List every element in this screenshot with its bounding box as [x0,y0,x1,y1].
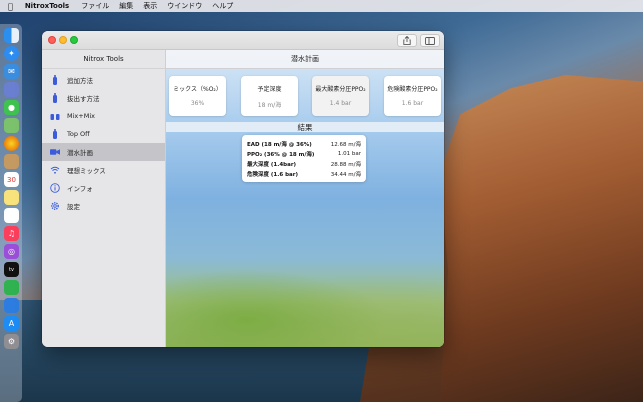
calendar-icon[interactable]: 30 [4,172,19,187]
sidebar-item-ideal-mix[interactable]: 理想ミックス [42,161,165,179]
tv-icon[interactable]: tv [4,262,19,277]
card-label: ミックス（%O₂） [173,86,222,93]
card-value: 1.4 bar [329,100,352,107]
menu-edit[interactable]: 編集 [119,1,133,11]
keynote-icon[interactable] [4,298,19,313]
result-value: 28.88 m/海 [330,162,361,168]
close-button[interactable] [48,36,56,44]
card-value: 18 m/海 [257,102,282,109]
podcasts-icon[interactable]: ◎ [4,244,19,259]
result-row: PPO₂ (36% @ 18 m/海) 1.01 bar [247,149,361,159]
sidebar-item-add-method[interactable]: 追加方法 [42,71,165,89]
input-cards: ミックス（%O₂） 36% 予定深度 18 m/海 最大酸素分圧PPO₂ 1.4… [169,76,441,116]
result-label: EAD (18 m/海 @ 36%) [247,142,312,148]
reminders-icon[interactable] [4,208,19,223]
sidebar-item-label: 理想ミックス [67,167,106,175]
gear-icon [50,201,60,211]
sidebar-item-label: 追加方法 [67,77,93,85]
camera-icon [50,147,60,157]
title-bar[interactable] [42,31,444,50]
sidebar-item-bleed-method[interactable]: 抜出す方法 [42,89,165,107]
card-label: 予定深度 [257,86,282,93]
card-value: 1.6 bar [401,100,424,107]
results-header: 結果 [166,122,444,132]
menu-view[interactable]: 表示 [143,1,157,11]
mix-o2-card[interactable]: ミックス（%O₂） 36% [169,76,226,116]
sidebar-item-label: 設定 [67,203,80,211]
sidebar-list: 追加方法 抜出す方法 Mix+Mix Top Off 潜水計画 理想ミックス イ… [42,69,165,215]
result-row: 最大深度 (1.4bar) 28.88 m/海 [247,159,361,169]
settings-icon[interactable]: ⚙ [4,334,19,349]
numbers-icon[interactable] [4,280,19,295]
main-content: 潜水計画 ミックス（%O₂） 36% 予定深度 18 m/海 最大酸素分圧PPO… [166,50,444,347]
sidebar-item-label: 潜水計画 [67,149,93,157]
sidebar-icon [425,36,435,45]
menu-help[interactable]: ヘルプ [212,1,233,11]
sidebar-item-label: インフォ [67,185,93,193]
sidebar-item-info[interactable]: インフォ [42,179,165,197]
card-label: 最大酸素分圧PPO₂ [315,86,366,93]
music-icon[interactable]: ♫ [4,226,19,241]
page-title: 潜水計画 [166,50,444,69]
result-value: 34.44 m/海 [330,172,361,178]
photos-icon[interactable] [4,136,19,151]
result-label: 最大深度 (1.4bar) [247,162,297,168]
card-label: 危険酸素分圧PPO₂ [387,86,438,93]
mail-icon[interactable]: ✉ [4,64,19,79]
app-window: Nitrox Tools 追加方法 抜出す方法 Mix+Mix Top Off … [42,31,444,347]
mix-icon [50,111,60,121]
result-label: PPO₂ (36% @ 18 m/海) [247,152,315,158]
messages-icon[interactable]: ● [4,100,19,115]
safari-icon[interactable]: ✦ [4,46,19,61]
result-label: 危険深度 (1.6 bar) [247,172,298,178]
sidebar-item-label: 抜出す方法 [67,95,100,103]
tank-icon [50,129,60,139]
share-button[interactable] [397,34,417,47]
app-store-icon[interactable]: A [4,316,19,331]
notes-icon[interactable] [4,190,19,205]
critical-ppo2-card[interactable]: 危険酸素分圧PPO₂ 1.6 bar [384,76,441,116]
wifi-icon [50,165,60,175]
menu-file[interactable]: ファイル [81,1,109,11]
finder-icon[interactable] [4,28,19,43]
planned-depth-card[interactable]: 予定深度 18 m/海 [241,76,298,116]
launchpad-icon[interactable] [4,82,19,97]
menu-bar:  NitroxTools ファイル 編集 表示 ウインドウ ヘルプ [0,0,643,12]
result-value: 1.01 bar [337,151,361,157]
apple-menu-icon[interactable]:  [8,2,13,11]
maps-icon[interactable] [4,118,19,133]
results-card: EAD (18 m/海 @ 36%) 12.68 m/海 PPO₂ (36% @… [242,135,366,182]
info-icon [50,183,60,193]
desktop-cliff [440,75,643,402]
max-ppo2-card[interactable]: 最大酸素分圧PPO₂ 1.4 bar [312,76,369,116]
contacts-icon[interactable] [4,154,19,169]
card-value: 36% [190,100,205,107]
result-value: 12.68 m/海 [330,142,361,148]
result-row: 危険深度 (1.6 bar) 34.44 m/海 [247,169,361,179]
menu-window[interactable]: ウインドウ [167,1,202,11]
sidebar-item-label: Top Off [67,130,90,138]
sidebar-item-label: Mix+Mix [67,112,95,120]
sidebar: Nitrox Tools 追加方法 抜出す方法 Mix+Mix Top Off … [42,50,166,347]
result-row: EAD (18 m/海 @ 36%) 12.68 m/海 [247,139,361,149]
sidebar-item-settings[interactable]: 設定 [42,197,165,215]
tank-icon [50,93,60,103]
sidebar-item-dive-plan[interactable]: 潜水計画 [42,143,165,161]
sidebar-item-top-off[interactable]: Top Off [42,125,165,143]
minimize-button[interactable] [59,36,67,44]
toggle-sidebar-button[interactable] [420,34,440,47]
tank-icon [50,75,60,85]
menu-app-name[interactable]: NitroxTools [25,2,69,10]
sidebar-item-mix-mix[interactable]: Mix+Mix [42,107,165,125]
dock: ✦ ✉ ● 30 ♫ ◎ tv A ⚙ [0,24,22,402]
sidebar-title: Nitrox Tools [42,50,165,69]
zoom-button[interactable] [70,36,78,44]
share-icon [403,36,411,45]
